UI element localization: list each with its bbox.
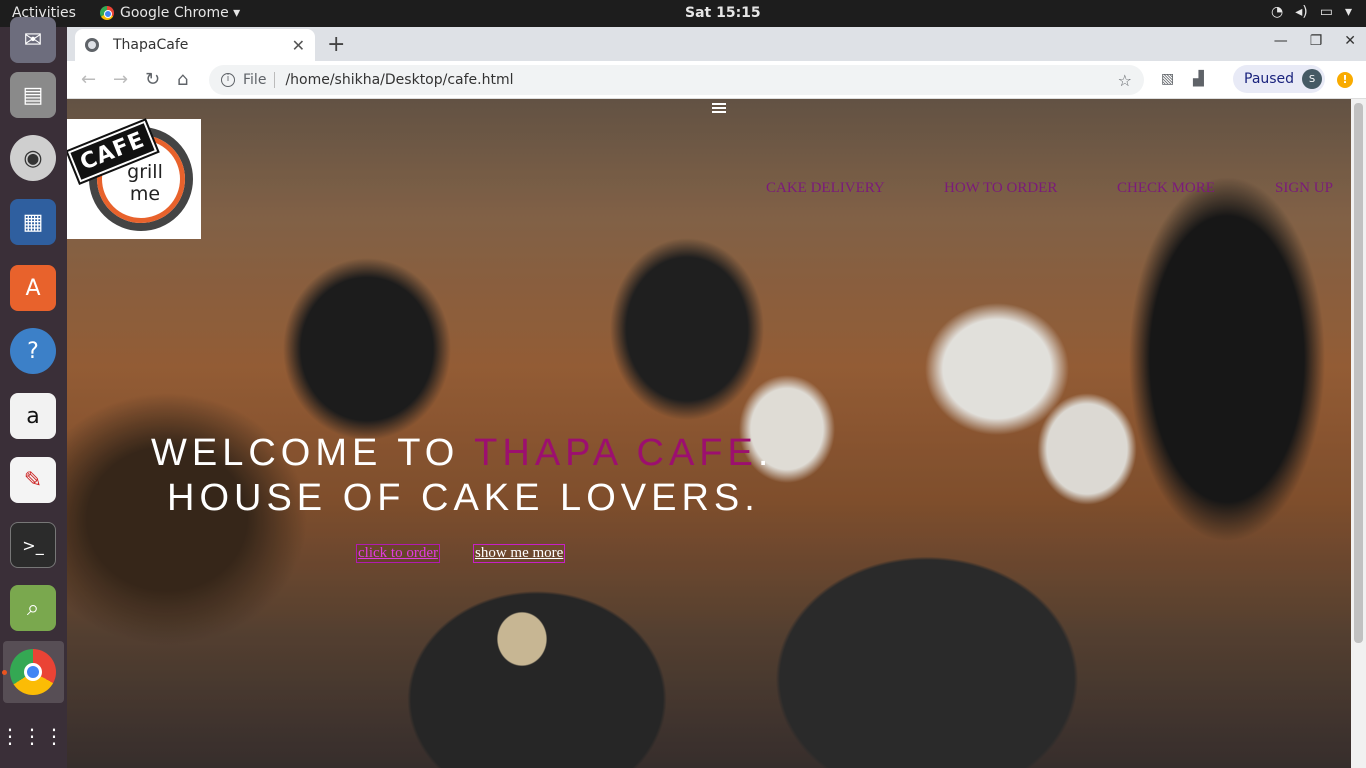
chrome-icon	[100, 6, 114, 20]
mail-icon[interactable]: ✉	[10, 17, 56, 63]
nav-sign-up[interactable]: SIGN UP	[1275, 180, 1333, 197]
hero-heading: WELCOME TO THAPA CAFE.	[151, 432, 774, 474]
info-icon[interactable]: i	[221, 73, 235, 87]
forward-icon[interactable]: →	[113, 69, 128, 90]
home-icon[interactable]: ⌂	[177, 69, 188, 90]
system-top-bar: Activities Google Chrome ▾ Sat 15:15 ◔ ◂…	[0, 0, 1366, 27]
power-menu-icon: ▾	[1344, 4, 1352, 20]
web-page: grill me CAFE CAKE DELIVERY HOW TO ORDER …	[67, 99, 1351, 768]
analytics-extension-icon[interactable]: ▟	[1193, 71, 1204, 87]
new-tab-button[interactable]: +	[327, 32, 345, 57]
app-menu-label: Google Chrome ▾	[120, 5, 241, 21]
nav-cake-delivery[interactable]: CAKE DELIVERY	[766, 180, 885, 197]
reload-icon[interactable]: ↻	[145, 69, 160, 90]
browser-window: ThapaCafe ✕ + — ❐ ✕ ← → ↻ ⌂ i File /home…	[67, 27, 1366, 768]
profile-status: Paused	[1244, 71, 1295, 87]
cafe-logo[interactable]: grill me CAFE	[67, 116, 201, 239]
dock: ✉ ▤ ◉ ▦ A ? a ✎ >_ ⌕ ⋮⋮⋮	[0, 17, 67, 768]
clock[interactable]: Sat 15:15	[685, 5, 761, 21]
update-alert-icon[interactable]: !	[1337, 72, 1353, 88]
close-tab-icon[interactable]: ✕	[292, 36, 305, 55]
browser-toolbar: ← → ↻ ⌂ i File /home/shikha/Desktop/cafe…	[67, 61, 1366, 99]
url-text[interactable]: /home/shikha/Desktop/cafe.html	[285, 72, 513, 88]
wifi-icon: ◔	[1271, 4, 1284, 20]
nav-how-to-order[interactable]: HOW TO ORDER	[944, 180, 1057, 197]
battery-icon: ▭	[1319, 4, 1333, 20]
writer-icon[interactable]: ▦	[10, 199, 56, 245]
show-apps-icon[interactable]: ⋮⋮⋮	[0, 713, 64, 759]
hero-subheading: HOUSE OF CAKE LOVERS.	[167, 477, 760, 519]
url-scheme: File	[243, 72, 276, 88]
text-editor-icon[interactable]: ✎	[10, 457, 56, 503]
page-scrollbar[interactable]	[1351, 99, 1366, 768]
running-indicator	[2, 670, 7, 675]
address-bar[interactable]: i File /home/shikha/Desktop/cafe.html ☆	[209, 65, 1144, 95]
terminal-icon[interactable]: >_	[10, 522, 56, 568]
software-center-icon[interactable]: A	[10, 265, 56, 311]
help-icon[interactable]: ?	[10, 328, 56, 374]
scrollbar-thumb[interactable]	[1354, 103, 1363, 643]
app-menu[interactable]: Google Chrome ▾	[100, 5, 240, 21]
window-controls: — ❐ ✕	[1274, 33, 1356, 49]
avatar: S	[1302, 69, 1323, 89]
back-icon[interactable]: ←	[81, 69, 96, 90]
system-tray[interactable]: ◔ ◂) ▭ ▾	[1271, 4, 1352, 20]
click-to-order-button[interactable]: click to order	[356, 544, 440, 563]
close-window-icon[interactable]: ✕	[1344, 33, 1356, 49]
maximize-icon[interactable]: ❐	[1310, 33, 1323, 49]
file-manager-icon[interactable]: ▤	[10, 72, 56, 118]
speaker-icon[interactable]: ◉	[10, 135, 56, 181]
tab-title: ThapaCafe	[113, 37, 189, 53]
hamburger-menu-icon[interactable]	[712, 103, 726, 113]
bookmark-star-icon[interactable]: ☆	[1118, 71, 1132, 90]
profile-button[interactable]: Paused S	[1233, 65, 1325, 93]
tab-strip: ThapaCafe ✕ + — ❐ ✕	[67, 27, 1366, 61]
logo-text: grill me	[127, 161, 163, 205]
show-me-more-button[interactable]: show me more	[473, 544, 566, 563]
globe-icon	[85, 38, 99, 52]
nav-check-more[interactable]: CHECK MORE	[1117, 180, 1215, 197]
extension-icon[interactable]: ▧	[1161, 71, 1174, 87]
image-viewer-icon[interactable]: ⌕	[10, 585, 56, 631]
amazon-icon[interactable]: a	[10, 393, 56, 439]
tab-thapacafe[interactable]: ThapaCafe ✕	[75, 29, 315, 61]
minimize-icon[interactable]: —	[1274, 33, 1288, 49]
chrome-icon[interactable]	[10, 649, 56, 695]
volume-icon: ◂)	[1295, 4, 1308, 20]
hero-accent: THAPA CAFE	[474, 432, 758, 474]
